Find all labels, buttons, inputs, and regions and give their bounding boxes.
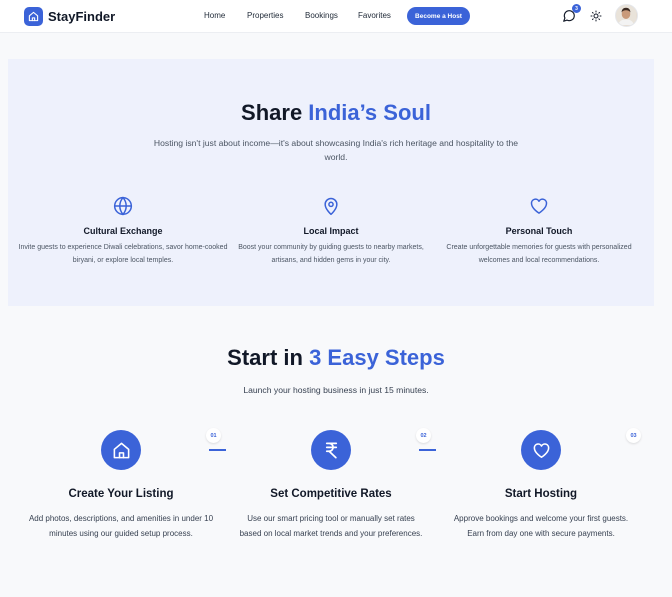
feature-title-local-impact: Local Impact [303,226,359,236]
culture-title: Share India’s Soul [0,100,672,126]
feature-desc-personal-touch: Create unforgettable memories for guests… [446,244,632,264]
notification-badge: 3 [572,4,581,13]
nav-link-bookings[interactable]: Bookings [305,11,338,20]
heart-icon [533,442,549,458]
rupee-icon [325,442,337,458]
culture-title-accent: India’s Soul [308,100,431,125]
step-2-circle [311,430,351,470]
step-3-title: Start Hosting [504,488,578,500]
nav-link-properties[interactable]: Properties [247,11,283,20]
globe-icon [113,196,133,216]
user-avatar[interactable] [615,4,638,27]
avatar-image [616,5,636,25]
step-1-connector [209,449,226,451]
step-3-number: 03 [626,428,641,443]
brand-name: StayFinder [48,9,116,24]
culture-section [8,59,654,306]
nav-link-favorites[interactable]: Favorites [358,11,391,20]
step-2-number: 02 [416,428,431,443]
map-pin-icon [324,197,338,216]
step-1-number: 01 [206,428,221,443]
feature-desc-cultural-exchange: Invite guests to experience Diwali celeb… [18,244,228,264]
culture-title-plain: Share [241,100,309,125]
feature-desc-local-impact: Boost your community by guiding guests t… [238,244,424,264]
step-2-title: Set Competitive Rates [270,488,392,500]
step-3-circle [521,430,561,470]
step-2-connector [419,449,436,451]
feature-title-cultural-exchange: Cultural Exchange [83,226,163,236]
home-icon [24,7,43,26]
brand-logo[interactable]: StayFinder [24,7,115,26]
sun-icon[interactable] [590,10,602,22]
feature-title-personal-touch: Personal Touch [505,226,573,236]
step-3-desc: Approve bookings and welcome your first … [453,514,629,538]
home-icon [113,442,129,458]
step-1-desc: Add photos, descriptions, and amenities … [28,514,214,538]
steps-title: Start in 3 Easy Steps [0,345,672,371]
become-host-button[interactable]: Become a Host [407,7,470,25]
step-1-circle [101,430,141,470]
step-1-title: Create Your Listing [68,488,174,500]
heart-icon [530,198,548,214]
step-2-desc: Use our smart pricing tool or manually s… [239,514,423,538]
steps-subtitle: Launch your hosting business in just 15 … [243,385,429,395]
nav-link-home[interactable]: Home [204,11,225,20]
steps-title-accent: 3 Easy Steps [309,345,445,370]
steps-title-plain: Start in [227,345,310,370]
culture-subtitle: Hosting isn't just about income—it's abo… [153,138,519,162]
top-navbar: StayFinder Home Properties Bookings Favo… [0,0,672,33]
